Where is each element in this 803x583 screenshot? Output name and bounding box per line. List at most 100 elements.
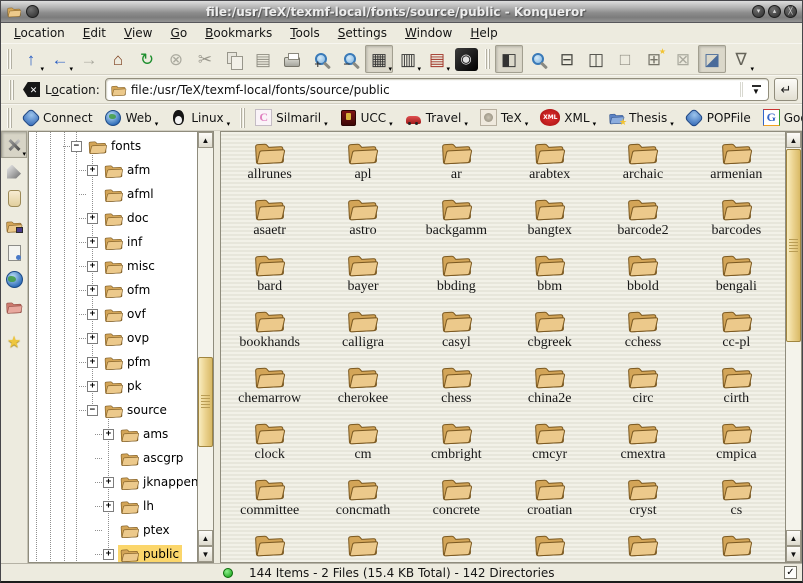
tree-item-fonts[interactable]: − fonts bbox=[29, 134, 197, 158]
minimize-button[interactable]: ▾ bbox=[752, 5, 765, 18]
close-button[interactable]: ╳ bbox=[784, 5, 797, 18]
tree-item-pfm[interactable]: + pfm bbox=[29, 350, 197, 374]
sidebar-network-button[interactable] bbox=[1, 266, 27, 293]
folder-cmpica[interactable]: cmpica bbox=[690, 416, 783, 472]
bookmark-silmaril[interactable]: CSilmaril▾ bbox=[249, 106, 333, 130]
remove-active-view-button[interactable]: □ bbox=[611, 45, 639, 73]
folder-allrunes[interactable]: allrunes bbox=[223, 136, 316, 192]
folder-croatian[interactable]: croatian bbox=[503, 472, 596, 528]
multicolumn-view-button[interactable]: ▥▾ bbox=[394, 45, 422, 73]
new-tab-button[interactable]: ⊞★ bbox=[640, 45, 668, 73]
folder-partial[interactable] bbox=[223, 528, 316, 563]
folder-bbold[interactable]: bbold bbox=[596, 248, 689, 304]
folder-chess[interactable]: chess bbox=[410, 360, 503, 416]
bookmark-tex[interactable]: TeX▾ bbox=[474, 106, 534, 130]
bookmark-xml[interactable]: XMLXML▾ bbox=[534, 106, 602, 130]
sidebar-services-button[interactable] bbox=[1, 239, 27, 266]
zoom-out-button[interactable]: − bbox=[336, 45, 364, 73]
folder-partial[interactable] bbox=[503, 528, 596, 563]
window-menu-button[interactable] bbox=[26, 5, 39, 18]
folder-calligra[interactable]: calligra bbox=[316, 304, 409, 360]
expand-icon[interactable]: + bbox=[87, 309, 98, 320]
folder-bard[interactable]: bard bbox=[223, 248, 316, 304]
folder-astro[interactable]: astro bbox=[316, 192, 409, 248]
folder-partial[interactable] bbox=[410, 528, 503, 563]
scroll-up-icon[interactable]: ▲ bbox=[198, 530, 213, 546]
image-preview-button[interactable]: ◪ bbox=[698, 45, 726, 73]
copy-button[interactable] bbox=[220, 45, 248, 73]
expand-icon[interactable]: + bbox=[87, 213, 98, 224]
zoom-in-button[interactable]: + bbox=[307, 45, 335, 73]
folder-concmath[interactable]: concmath bbox=[316, 472, 409, 528]
sidebar-history-button[interactable] bbox=[1, 185, 27, 212]
menu-tools[interactable]: Tools bbox=[281, 24, 329, 42]
folder-bayer[interactable]: bayer bbox=[316, 248, 409, 304]
close-tab-button[interactable]: ⊠ bbox=[669, 45, 697, 73]
folder-cbgreek[interactable]: cbgreek bbox=[503, 304, 596, 360]
split-view-top-bottom-button[interactable]: ⊟ bbox=[553, 45, 581, 73]
bookmark-popfile[interactable]: POPFile bbox=[680, 106, 757, 130]
folder-bengali[interactable]: bengali bbox=[690, 248, 783, 304]
sidebar-home-folder-button[interactable] bbox=[1, 212, 27, 239]
scroll-down-icon[interactable]: ▼ bbox=[198, 546, 213, 562]
folder-cs[interactable]: cs bbox=[690, 472, 783, 528]
split-view-left-right-button[interactable]: ◫ bbox=[582, 45, 610, 73]
menu-bookmarks[interactable]: Bookmarks bbox=[196, 24, 281, 42]
tree-item-afml[interactable]: afml bbox=[29, 182, 197, 206]
stop-button[interactable]: ⊗ bbox=[162, 45, 190, 73]
folder-partial[interactable] bbox=[596, 528, 689, 563]
folder-cmbright[interactable]: cmbright bbox=[410, 416, 503, 472]
sidebar-bookmarks-button[interactable]: ★ bbox=[1, 329, 27, 356]
folder-armenian[interactable]: armenian bbox=[690, 136, 783, 192]
folder-cmcyr[interactable]: cmcyr bbox=[503, 416, 596, 472]
folder-cchess[interactable]: cchess bbox=[596, 304, 689, 360]
back-button[interactable]: ←▾ bbox=[46, 45, 74, 73]
menu-edit[interactable]: Edit bbox=[74, 24, 115, 42]
sidebar-bookmark-flag-button[interactable] bbox=[1, 158, 27, 185]
bookmark-thesis[interactable]: ★Thesis▾ bbox=[602, 106, 680, 130]
paste-button[interactable]: ▤ bbox=[249, 45, 277, 73]
toolbar-grip[interactable] bbox=[240, 108, 245, 128]
bookmark-web[interactable]: Web▾ bbox=[99, 106, 165, 130]
clear-location-icon[interactable]: ✕ bbox=[23, 82, 40, 97]
scroll-down-icon[interactable]: ▼ bbox=[786, 546, 801, 562]
toolbar-grip[interactable] bbox=[485, 49, 490, 69]
menu-window[interactable]: Window bbox=[396, 24, 461, 42]
tree-item-ovf[interactable]: + ovf bbox=[29, 302, 197, 326]
folder-backgamm[interactable]: backgamm bbox=[410, 192, 503, 248]
folder-arabtex[interactable]: arabtex bbox=[503, 136, 596, 192]
scroll-up-icon[interactable]: ▲ bbox=[786, 132, 801, 148]
folder-barcode2[interactable]: barcode2 bbox=[596, 192, 689, 248]
up-button[interactable]: ↑▾ bbox=[17, 45, 45, 73]
folder-china2e[interactable]: china2e bbox=[503, 360, 596, 416]
folder-cherokee[interactable]: cherokee bbox=[316, 360, 409, 416]
bookmark-connect[interactable]: Connect bbox=[16, 106, 99, 130]
expand-icon[interactable]: + bbox=[103, 549, 114, 560]
tree-scrollbar[interactable]: ▲ ▲ ▼ bbox=[197, 131, 214, 563]
scrollbar-thumb[interactable] bbox=[786, 149, 801, 342]
location-input[interactable] bbox=[131, 83, 736, 97]
folder-cc-pl[interactable]: cc-pl bbox=[690, 304, 783, 360]
folder-committee[interactable]: committee bbox=[223, 472, 316, 528]
folder-cmextra[interactable]: cmextra bbox=[596, 416, 689, 472]
tree-item-ptex[interactable]: ptex bbox=[29, 518, 197, 542]
tree-item-lh[interactable]: + lh bbox=[29, 494, 197, 518]
reload-button[interactable]: ↻ bbox=[133, 45, 161, 73]
folder-circ[interactable]: circ bbox=[596, 360, 689, 416]
expand-icon[interactable]: + bbox=[103, 501, 114, 512]
tree-item-inf[interactable]: + inf bbox=[29, 230, 197, 254]
folder-ar[interactable]: ar bbox=[410, 136, 503, 192]
location-dropdown-icon[interactable]: ▼ bbox=[748, 85, 764, 95]
tree-item-misc[interactable]: + misc bbox=[29, 254, 197, 278]
folder-partial[interactable] bbox=[690, 528, 783, 563]
tree-item-doc[interactable]: + doc bbox=[29, 206, 197, 230]
menu-location[interactable]: Location bbox=[5, 24, 74, 42]
tree-item-public[interactable]: + public bbox=[29, 542, 197, 563]
expand-icon[interactable]: + bbox=[87, 381, 98, 392]
icon-view-button[interactable]: ▦▾ bbox=[365, 45, 393, 73]
tree-item-ofm[interactable]: + ofm bbox=[29, 278, 197, 302]
toolbar-grip[interactable] bbox=[7, 49, 12, 69]
folder-archaic[interactable]: archaic bbox=[596, 136, 689, 192]
toolbar-grip[interactable] bbox=[9, 80, 14, 100]
tree-item-jknappen[interactable]: + jknappen bbox=[29, 470, 197, 494]
